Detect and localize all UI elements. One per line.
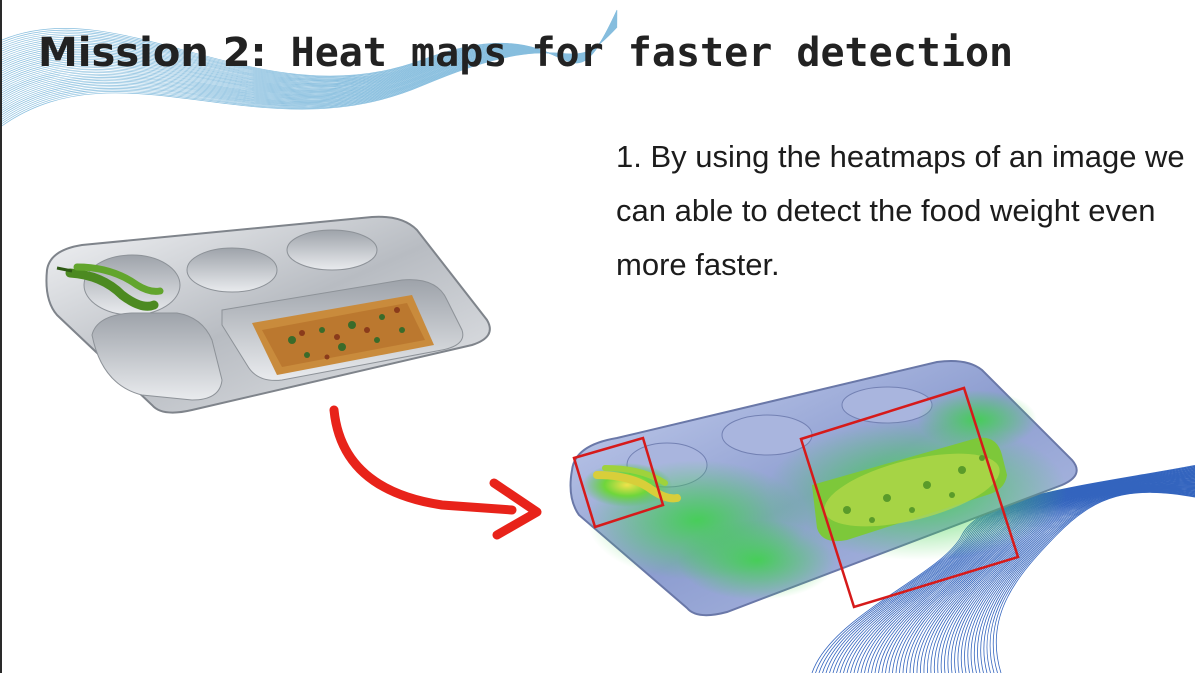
heatmap-photo xyxy=(569,360,1078,617)
slide: Mission 2: Heat maps for faster detectio… xyxy=(0,0,1195,673)
slide-title-part1: Mission 2: xyxy=(38,30,267,76)
slide-title-part2: Heat maps for faster detection xyxy=(266,30,1014,76)
curved-arrow-icon xyxy=(329,405,542,540)
description-text: 1. By using the heatmaps of an image we … xyxy=(616,139,1185,282)
slide-title: Mission 2: Heat maps for faster detectio… xyxy=(38,30,1013,76)
